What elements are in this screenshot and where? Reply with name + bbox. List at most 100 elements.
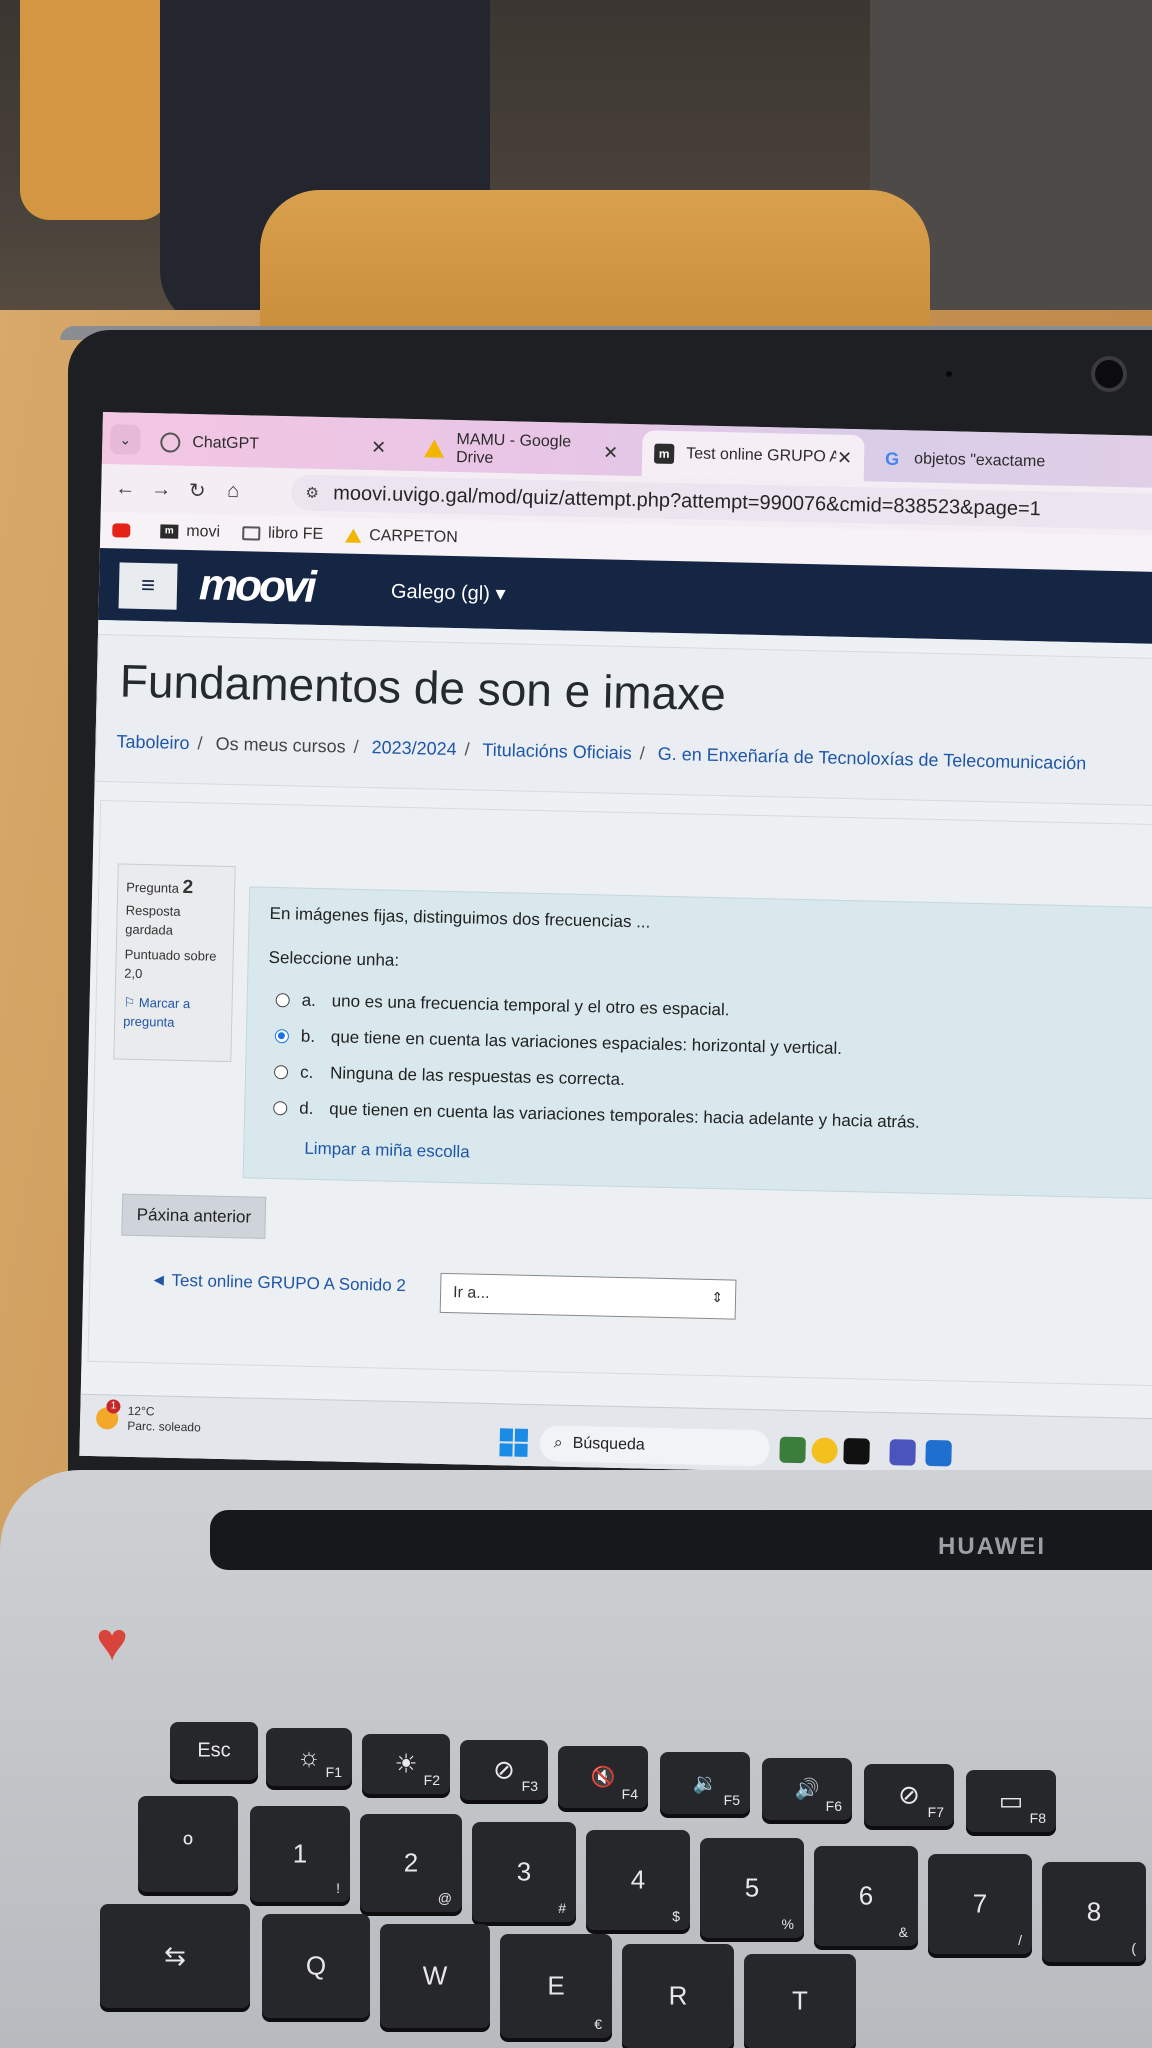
previous-page-button[interactable]: Páxina anterior [121,1193,267,1239]
tab-quiz[interactable]: m Test online GRUPO A Imag ✕ [641,430,865,482]
widgets-icon[interactable] [779,1436,806,1464]
key-f4[interactable]: 🔇 F4 [558,1746,648,1808]
key-4[interactable]: 4 $ [586,1830,690,1930]
key-label: W [422,1960,448,1991]
key-label: 4 [630,1864,646,1895]
course-header: Fundamentos de son e imaxe Taboleiro / Os… [94,633,1152,807]
windows-start-icon[interactable] [499,1428,529,1457]
breadcrumb-degree[interactable]: G. en Enxeñaría de Tecnoloxías de Teleco… [658,744,1087,774]
answer-options: a. uno es una frecuencia temporal y el o… [273,982,923,1141]
key-esc[interactable]: Esc [170,1722,258,1780]
key-f5[interactable]: 🔉 F5 [660,1752,750,1814]
menu-icon[interactable]: ≡ [118,562,178,610]
forward-icon[interactable]: → [143,477,180,501]
flag-question-button[interactable]: ⚐ Marcar a pregunta [123,993,224,1033]
moovi-logo[interactable]: moovi [199,560,315,613]
jump-to-select[interactable]: Ir a... ⇕ [439,1272,737,1320]
key-e[interactable]: E € [500,1934,612,2038]
key-f3[interactable]: ⊘ F3 [460,1740,548,1800]
site-info-icon[interactable]: ⚙ [299,483,325,502]
notification-badge: 1 [106,1399,121,1414]
key-f7[interactable]: ⊘ F7 [864,1764,954,1826]
bookmark-libro-fe[interactable]: libro FE [241,524,323,544]
close-tab-icon[interactable]: ✕ [837,447,853,468]
key-f2[interactable]: ☀ F2 [362,1734,450,1794]
close-tab-icon[interactable]: ✕ [371,437,387,458]
page-content: Fundamentos de son e imaxe Taboleiro / Os… [79,619,1152,1481]
tab-google[interactable]: G objetos "exactame [870,435,1152,489]
key-label: 7 [972,1888,988,1919]
weather-widget[interactable]: 1 12°C Parc. soleado [95,1399,201,1435]
tab-chatgpt[interactable]: ChatGPT ✕ [148,419,399,471]
key-3[interactable]: 3 # [472,1822,576,1922]
moovi-icon: m [160,524,179,539]
reload-icon[interactable]: ↻ [179,477,216,503]
key-sublabel: F1 [325,1764,342,1780]
key-f1[interactable]: ☼ F1 [266,1728,352,1786]
bookmark-label: CARPETON [368,527,458,547]
app-icon[interactable] [843,1438,870,1465]
close-tab-icon[interactable]: ✕ [603,442,619,463]
key-label: 6 [858,1880,874,1911]
key-8[interactable]: 8( [1042,1862,1146,1962]
laptop-screen: ⌄ ChatGPT ✕ MAMU - Google Drive ✕ m Test… [79,412,1152,1481]
key-w[interactable]: W [380,1924,490,2028]
app-icon[interactable] [811,1437,838,1464]
key-t[interactable]: T [744,1954,856,2048]
key-f8[interactable]: ▭ F8 [966,1770,1056,1832]
key-f6[interactable]: 🔊 F6 [762,1758,852,1820]
option-letter: b. [300,1026,316,1046]
option-text[interactable]: que tienen en cuenta las variaciones tem… [329,1099,920,1132]
key-6[interactable]: 6 & [814,1846,918,1946]
option-text[interactable]: uno es una frecuencia temporal y el otro… [331,991,729,1020]
key-q[interactable]: Q [262,1914,370,2018]
key-5[interactable]: 5% [700,1838,804,1938]
key-label: 3 [516,1856,532,1887]
taskbar-search[interactable]: ⌕ Búsqueda [539,1425,771,1467]
key-label: 1 [292,1838,308,1869]
key-label: 8 [1086,1896,1102,1927]
store-icon[interactable] [925,1439,952,1467]
key-sublabel: € [594,2016,602,2032]
key-1[interactable]: 1! [250,1806,350,1902]
clear-choice-link[interactable]: Limpar a miña escolla [304,1139,470,1163]
breadcrumb-taboleiro[interactable]: Taboleiro [116,731,189,753]
key-7[interactable]: 7/ [928,1854,1032,1954]
key-tab[interactable]: ⇆ [100,1904,250,2008]
radio-a[interactable] [275,993,290,1008]
google-drive-icon [345,528,362,543]
radio-b[interactable] [274,1029,290,1044]
url-text[interactable]: moovi.uvigo.gal/mod/quiz/attempt.php?att… [333,482,1041,521]
previous-activity-link[interactable]: ◄ Test online GRUPO A Sonido 2 [150,1270,406,1296]
key-sublabel: F6 [825,1798,842,1814]
tab-search-icon[interactable]: ⌄ [110,424,141,455]
chair-left [20,0,170,220]
breadcrumb-year[interactable]: 2023/2024 [371,737,457,759]
option-letter: a. [301,990,317,1010]
option-text[interactable]: Ninguna de las respuestas es correcta. [330,1063,625,1090]
tab-drive[interactable]: MAMU - Google Drive ✕ [412,425,631,476]
page-title: Fundamentos de son e imaxe [119,654,727,721]
tab-label: objetos "exactame [913,450,1046,471]
option-text[interactable]: que tiene en cuenta las variaciones espa… [331,1027,843,1059]
key-label: º [183,1828,193,1859]
key-sublabel: # [558,1900,566,1916]
key-r[interactable]: R [622,1944,734,2048]
display-icon: ⊘ [493,1754,515,1785]
key-sublabel: ( [1131,1940,1136,1956]
key-backtick[interactable]: º [138,1796,238,1892]
key-2[interactable]: 2 @ [360,1814,462,1912]
bookmark-youtube[interactable] [112,523,138,538]
radio-d[interactable] [273,1101,288,1116]
tab-label: Test online GRUPO A Imag [686,445,837,466]
language-selector[interactable]: Galego (gl) ▾ [391,579,506,607]
question-number: 2 [182,876,194,899]
breadcrumb-titulacions[interactable]: Titulacións Oficiais [482,740,632,763]
back-icon[interactable]: ← [107,477,144,501]
folder-icon [241,526,261,541]
bookmark-movi[interactable]: m movi [160,522,220,541]
radio-c[interactable] [273,1065,289,1080]
bookmark-carpeton[interactable]: CARPETON [345,527,458,548]
teams-icon[interactable] [889,1439,916,1466]
home-icon[interactable]: ⌂ [215,479,252,503]
